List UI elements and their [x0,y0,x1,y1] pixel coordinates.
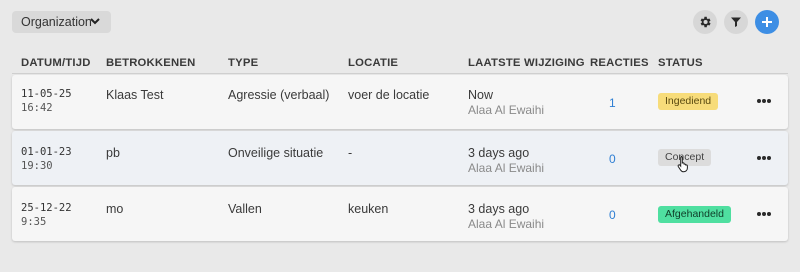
header-laatste-wijziging[interactable]: LAATSTE WIJZIGING [468,57,585,69]
more-options-icon[interactable] [757,211,771,217]
row-wijziging-by: Alaa Al Ewaihi [468,161,545,175]
header-locatie[interactable]: LOCATIE [348,57,398,69]
row-wijziging: Now [468,88,494,102]
settings-button[interactable] [693,10,717,34]
row-reacties[interactable]: 0 [609,208,616,222]
row-type: Vallen [228,202,262,216]
plus-icon [762,17,772,27]
row-betrokkenen: Klaas Test [106,88,164,102]
row-betrokkenen: pb [106,146,120,160]
gear-icon [700,16,711,28]
filter-icon [731,17,741,27]
hand-cursor-icon [677,156,688,173]
organization-select-label: Organization [21,15,92,29]
filter-button[interactable] [724,10,748,34]
row-wijziging-by: Alaa Al Ewaihi [468,217,545,231]
header-betrokkenen[interactable]: BETROKKENEN [106,57,195,69]
row-reacties[interactable]: 0 [609,152,616,166]
more-options-icon[interactable] [757,155,771,161]
chevron-down-icon [90,18,100,25]
row-time: 19:30 [21,160,53,172]
row-time: 9:35 [21,216,47,228]
more-options-icon[interactable] [757,98,771,104]
organization-select[interactable]: Organization [12,11,111,33]
status-badge: Afgehandeld [658,206,731,223]
row-wijziging: 3 days ago [468,146,530,160]
table-row[interactable]: 11-05-25 16:42 Klaas Test Agressie (verb… [12,75,788,129]
row-locatie: - [348,146,353,160]
row-date: 25-12-22 [21,202,72,214]
header-type[interactable]: TYPE [228,57,258,69]
header-status[interactable]: STATUS [658,57,703,69]
row-type: Agressie (verbaal) [228,88,330,102]
row-type: Onveilige situatie [228,146,324,160]
table-row[interactable]: 25-12-22 9:35 mo Vallen keuken 3 days ag… [12,187,788,241]
row-date: 11-05-25 [21,88,72,100]
status-badge: Ingediend [658,93,719,110]
row-locatie: voer de locatie [348,88,430,102]
header-reacties[interactable]: REACTIES [590,57,649,69]
row-reacties[interactable]: 1 [609,96,616,110]
row-time: 16:42 [21,102,53,114]
row-wijziging: 3 days ago [468,202,530,216]
row-betrokkenen: mo [106,202,124,216]
table-row[interactable]: 01-01-23 19:30 pb Onveilige situatie - 3… [12,131,788,185]
header-datum-tijd[interactable]: DATUM/TIJD [21,57,91,69]
row-locatie: keuken [348,202,389,216]
add-button[interactable] [755,10,779,34]
row-date: 01-01-23 [21,146,72,158]
row-wijziging-by: Alaa Al Ewaihi [468,103,545,117]
header-divider [12,73,788,74]
